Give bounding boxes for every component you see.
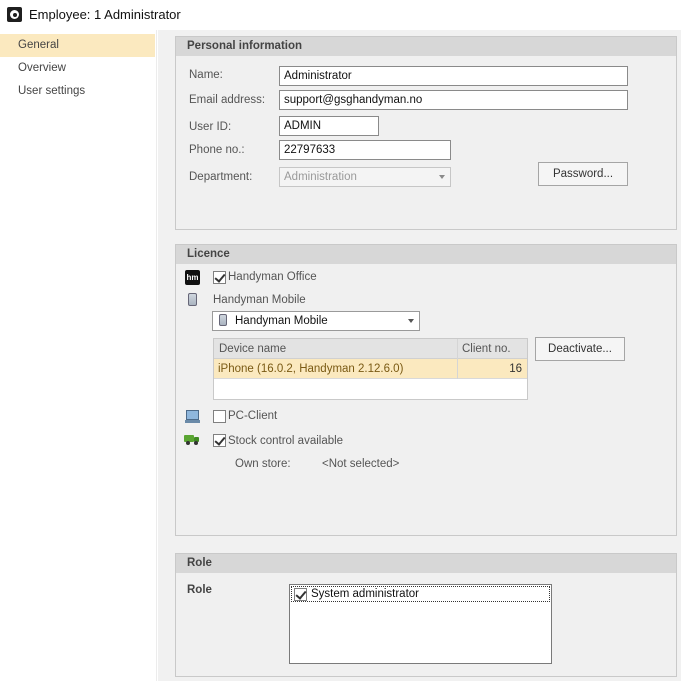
- handyman-office-icon: hm: [185, 270, 200, 285]
- window-title: Employee: 1 Administrator: [29, 7, 181, 22]
- handyman-office-label: Handyman Office: [228, 271, 317, 283]
- stock-control-checkbox[interactable]: [213, 434, 226, 447]
- department-label: Department:: [189, 171, 253, 183]
- sidebar-item-general[interactable]: General: [0, 34, 155, 57]
- department-select: Administration: [279, 167, 451, 187]
- pc-client-label: PC-Client: [228, 410, 278, 422]
- own-store-label: Own store:: [235, 458, 291, 470]
- role-header: Role: [176, 554, 676, 573]
- sidebar: General Overview User settings: [0, 30, 157, 681]
- name-field[interactable]: Administrator: [279, 66, 628, 86]
- gear-icon: [7, 7, 22, 22]
- deactivate-button[interactable]: Deactivate...: [535, 337, 625, 361]
- device-table-header: Device name Client no.: [214, 339, 527, 359]
- system-administrator-checkbox[interactable]: [294, 588, 307, 601]
- role-item-label: System administrator: [311, 588, 420, 600]
- handyman-mobile-select[interactable]: Handyman Mobile: [212, 311, 420, 331]
- sidebar-item-overview[interactable]: Overview: [0, 57, 155, 80]
- personal-information-header: Personal information: [176, 37, 676, 56]
- phone-label: Phone no.:: [189, 144, 245, 156]
- handyman-office-checkbox[interactable]: [213, 271, 226, 284]
- column-client-no: Client no.: [462, 343, 511, 355]
- role-label: Role: [187, 584, 212, 596]
- handyman-mobile-label: Handyman Mobile: [213, 294, 306, 306]
- list-item[interactable]: System administrator: [291, 586, 550, 602]
- department-value: Administration: [284, 171, 357, 183]
- stock-control-label: Stock control available: [228, 435, 344, 447]
- sidebar-item-user-settings[interactable]: User settings: [0, 80, 155, 103]
- mobile-phone-icon: [219, 314, 227, 326]
- chevron-down-icon: [408, 319, 414, 323]
- column-separator: [457, 339, 458, 379]
- own-store-value[interactable]: <Not selected>: [322, 458, 399, 470]
- user-id-field[interactable]: ADMIN: [279, 116, 379, 136]
- password-button[interactable]: Password...: [538, 162, 628, 186]
- email-field[interactable]: support@gsghandyman.no: [279, 90, 628, 110]
- column-device-name: Device name: [219, 343, 287, 355]
- phone-field[interactable]: 22797633: [279, 140, 451, 160]
- name-label: Name:: [189, 69, 223, 81]
- truck-icon: [184, 434, 200, 445]
- handyman-mobile-select-value: Handyman Mobile: [235, 315, 328, 327]
- title-bar: Employee: 1 Administrator: [0, 0, 681, 30]
- device-table: Device name Client no. iPhone (16.0.2, H…: [213, 338, 528, 400]
- client-no-cell: 16: [509, 363, 522, 375]
- pc-client-icon: [185, 410, 200, 423]
- chevron-down-icon: [439, 175, 445, 179]
- table-row[interactable]: iPhone (16.0.2, Handyman 2.12.6.0) 16: [214, 359, 527, 379]
- email-label: Email address:: [189, 94, 266, 106]
- role-list[interactable]: System administrator: [289, 584, 552, 664]
- pc-client-checkbox[interactable]: [213, 410, 226, 423]
- mobile-phone-icon: [188, 293, 197, 306]
- user-id-label: User ID:: [189, 121, 232, 133]
- device-name-cell: iPhone (16.0.2, Handyman 2.12.6.0): [218, 363, 404, 375]
- licence-header: Licence: [176, 245, 676, 264]
